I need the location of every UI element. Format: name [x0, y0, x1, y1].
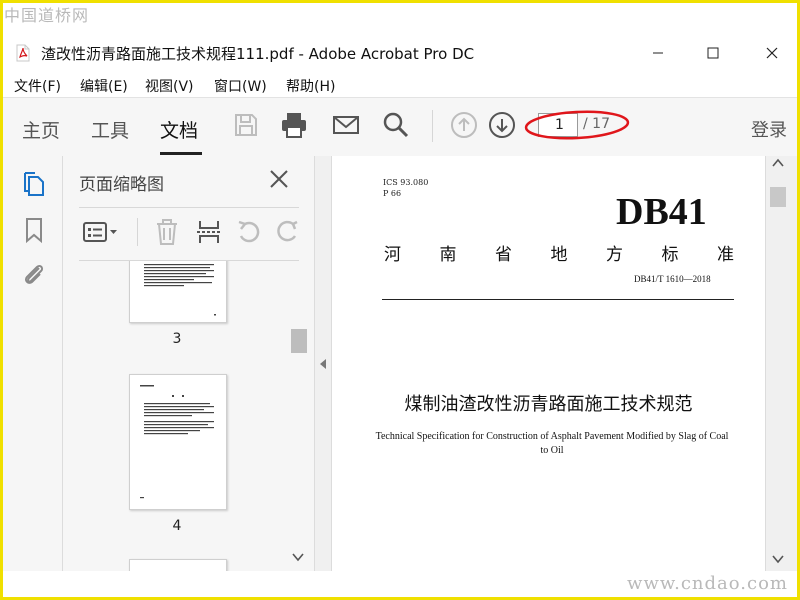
- pdf-file-icon: [16, 44, 30, 62]
- province-char: 省: [495, 245, 512, 265]
- bookmark-icon[interactable]: [20, 216, 48, 244]
- maximize-icon[interactable]: [701, 41, 725, 65]
- scrollbar-thumb[interactable]: [770, 187, 786, 207]
- doc-rule: [382, 299, 734, 300]
- delete-icon[interactable]: [153, 218, 181, 246]
- tab-tools[interactable]: 工具: [91, 116, 129, 143]
- window-title: 渣改性沥青路面施工技术规程111.pdf - Adobe Acrobat Pro…: [41, 45, 475, 63]
- panel-splitter[interactable]: [314, 156, 332, 571]
- thumbnail-options-icon[interactable]: [81, 218, 121, 246]
- province-char: 准: [717, 245, 734, 265]
- navigation-rail: [3, 156, 63, 571]
- tab-home[interactable]: 主页: [22, 116, 60, 143]
- doc-province-standard: 河 南 省 地 方 标 准: [384, 240, 734, 265]
- page-thumbnails-icon[interactable]: [20, 170, 48, 198]
- active-tab-indicator: [160, 152, 202, 155]
- login-link[interactable]: 登录: [751, 116, 787, 142]
- red-highlight-ellipse: [524, 110, 630, 140]
- doc-ics: ICS 93.080: [383, 178, 429, 187]
- mail-icon[interactable]: [331, 110, 361, 140]
- province-char: 南: [439, 245, 457, 265]
- panel-title: 页面缩略图: [79, 175, 164, 195]
- document-view: ICS 93.080 P 66 DB41 河 南 省 地 方 标 准 DB41/…: [332, 156, 765, 571]
- extract-icon[interactable]: [195, 218, 223, 246]
- scroll-down-arrow-icon[interactable]: [771, 554, 785, 564]
- menu-file[interactable]: 文件(F): [14, 76, 61, 96]
- province-char: 方: [606, 245, 623, 265]
- page-thumbnail[interactable]: [129, 374, 227, 510]
- undo-icon[interactable]: [235, 218, 263, 246]
- title-bar: 渣改性沥青路面施工技术规程111.pdf - Adobe Acrobat Pro…: [3, 33, 797, 73]
- doc-standard-code: DB41: [616, 191, 707, 233]
- collapse-panel-arrow-icon[interactable]: [318, 358, 328, 370]
- menu-edit[interactable]: 编辑(E): [80, 76, 128, 96]
- watermark-top: 中国道桥网: [4, 6, 90, 25]
- menu-window[interactable]: 窗口(W): [214, 76, 267, 96]
- page-thumbnail[interactable]: [129, 559, 227, 571]
- watermark-bottom: www.cndao.com: [627, 573, 788, 594]
- doc-standard-number: DB41/T 1610—2018: [634, 274, 711, 284]
- menu-view[interactable]: 视图(V): [145, 76, 194, 96]
- menu-help[interactable]: 帮助(H): [286, 76, 335, 96]
- save-icon[interactable]: [231, 110, 261, 140]
- attachment-icon[interactable]: [20, 260, 48, 288]
- search-icon[interactable]: [381, 110, 411, 140]
- province-char: 地: [550, 245, 568, 265]
- doc-title-chinese: 煤制油渣改性沥青路面施工技术规范: [404, 394, 693, 415]
- thumbnail-list: 3 4: [63, 261, 289, 571]
- print-icon[interactable]: [279, 110, 309, 140]
- next-page-icon[interactable]: [487, 110, 517, 140]
- toolbar: 主页 工具 文档 1 / 17 登录: [3, 98, 797, 157]
- panel-toolbar: [79, 216, 299, 248]
- panel-divider: [79, 207, 299, 208]
- scroll-up-arrow-icon[interactable]: [771, 158, 785, 168]
- panel-tool-separator: [137, 218, 138, 246]
- doc-classification: P 66: [383, 189, 402, 198]
- toolbar-separator: [432, 110, 433, 142]
- close-icon[interactable]: [760, 41, 784, 65]
- thumbnail-page-number: 4: [172, 518, 182, 534]
- minimize-icon[interactable]: [646, 41, 670, 65]
- menu-bar: 文件(F) 编辑(E) 视图(V) 窗口(W) 帮助(H): [3, 73, 797, 98]
- panel-close-icon[interactable]: [268, 168, 290, 190]
- thumbnail-page-number: 3: [172, 331, 182, 347]
- page-thumbnail[interactable]: [129, 261, 227, 323]
- thumbnail-page-content: [140, 385, 214, 499]
- scrollbar-thumb[interactable]: [291, 329, 307, 353]
- thumbnail-panel: 页面缩略图 3 4: [63, 156, 314, 571]
- scroll-down-arrow-icon[interactable]: [291, 551, 305, 563]
- redo-icon[interactable]: [275, 218, 299, 246]
- doc-title-english: Technical Specification for Construction…: [375, 431, 729, 456]
- previous-page-icon[interactable]: [449, 110, 479, 140]
- thumbnail-page-content: [144, 264, 216, 316]
- thumbnail-scrollbar[interactable]: [289, 261, 307, 571]
- province-char: 河: [384, 245, 401, 265]
- tab-document[interactable]: 文档: [160, 116, 198, 143]
- document-scrollbar[interactable]: [765, 156, 797, 571]
- province-char: 标: [661, 245, 679, 265]
